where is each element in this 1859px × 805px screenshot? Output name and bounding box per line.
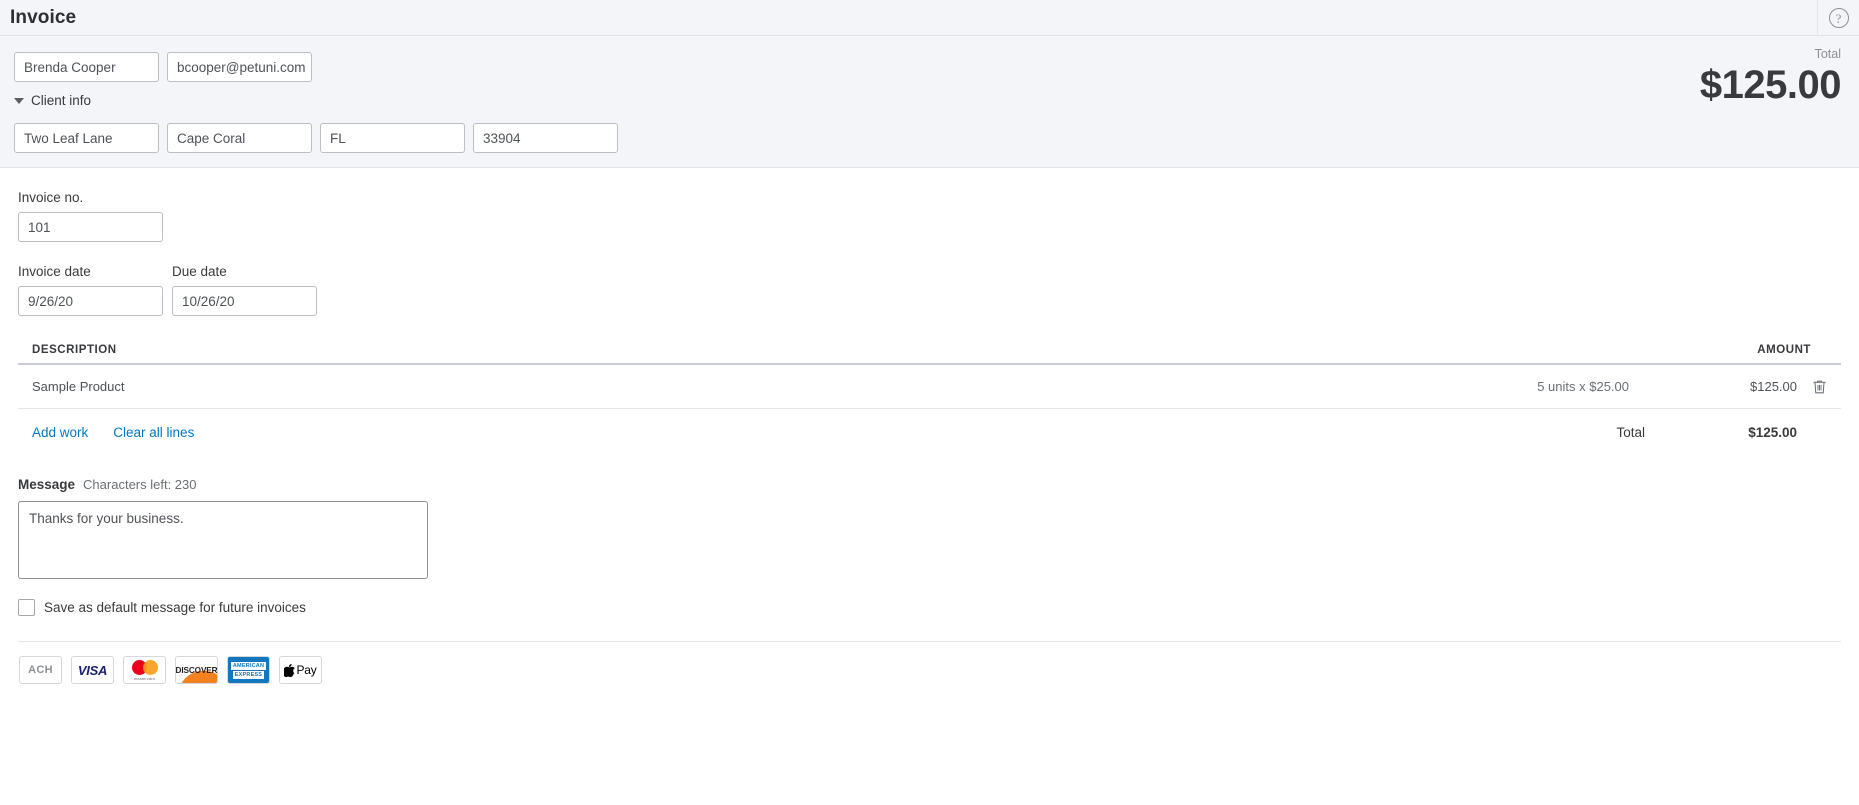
table-total-label: Total [1616, 424, 1645, 440]
header-total: Total $125.00 [1699, 46, 1842, 108]
payment-badge-amex[interactable]: AMERICAN EXPRESS [227, 656, 270, 684]
payment-badge-ach[interactable]: ACH [19, 656, 62, 684]
help-button[interactable]: ? [1817, 0, 1859, 36]
client-state-input[interactable]: FL [320, 123, 465, 153]
amex-icon: AMERICAN EXPRESS [228, 657, 269, 683]
ach-icon: ACH [28, 664, 53, 676]
column-header-description: DESCRIPTION [32, 344, 117, 356]
invoice-number-label: Invoice no. [18, 190, 84, 205]
amex-line-1: AMERICAN [230, 661, 267, 670]
amex-line-2: EXPRESS [232, 670, 265, 679]
due-date-input[interactable]: 10/26/20 [172, 286, 317, 316]
chevron-down-icon [14, 97, 24, 104]
payment-badge-discover[interactable]: DISCOVER [175, 656, 218, 684]
table-footer: Add work Clear all lines Total $125.00 [18, 409, 1841, 455]
due-date-label: Due date [172, 264, 227, 279]
invoice-page: Invoice ? Brenda Cooper bcooper@petuni.c… [0, 0, 1859, 805]
invoice-date-label: Invoice date [18, 264, 91, 279]
add-work-link[interactable]: Add work [32, 425, 88, 440]
page-title: Invoice [10, 6, 77, 28]
message-label: Message [18, 477, 76, 492]
payment-badge-mastercard[interactable]: mastercard [123, 656, 166, 684]
save-default-checkbox[interactable] [18, 599, 35, 616]
invoice-number-group: Invoice no. 101 [18, 190, 1841, 242]
client-zip-input[interactable]: 33904 [473, 123, 618, 153]
dates-row: Invoice date 9/26/20 Due date 10/26/20 [18, 264, 1841, 316]
message-textarea[interactable]: Thanks for your business. [18, 501, 428, 579]
customer-email-input[interactable]: bcooper@petuni.com [167, 52, 312, 82]
table-actions: Add work Clear all lines [32, 425, 1616, 440]
save-default-label: Save as default message for future invoi… [44, 600, 306, 615]
mastercard-icon: mastercard [131, 659, 158, 681]
table-total-amount: $125.00 [1748, 424, 1797, 440]
delete-row-button[interactable] [1797, 379, 1841, 395]
payment-badge-apple-pay[interactable]: Pay [279, 656, 322, 684]
trash-icon [1812, 380, 1826, 393]
customer-panel: Brenda Cooper bcooper@petuni.com Client … [0, 36, 1859, 168]
save-default-row[interactable]: Save as default message for future invoi… [18, 599, 1841, 616]
line-items-table: DESCRIPTION AMOUNT Sample Product 5 unit… [18, 344, 1841, 455]
characters-left: Characters left: 230 [83, 477, 197, 492]
client-address-input[interactable]: Two Leaf Lane [14, 123, 159, 153]
client-info-label: Client info [31, 93, 92, 108]
customer-name-input[interactable]: Brenda Cooper [14, 52, 159, 82]
discover-wordmark: DISCOVER [175, 665, 218, 675]
invoice-number-input[interactable]: 101 [18, 212, 163, 242]
payment-methods: ACH VISA mastercard DISCOVER AMERICAN EX… [18, 642, 1841, 684]
invoice-date-input[interactable]: 9/26/20 [18, 286, 163, 316]
visa-icon: VISA [77, 662, 108, 678]
apple-logo-icon [284, 663, 296, 677]
mastercard-wordmark: mastercard [133, 675, 155, 681]
help-circle-icon: ? [1828, 8, 1849, 28]
title-bar: Invoice ? [0, 0, 1859, 36]
apple-pay-icon: Pay [284, 663, 317, 677]
table-row[interactable]: Sample Product 5 units x $25.00 $125.00 [18, 365, 1841, 409]
header-total-amount: $125.00 [1699, 63, 1842, 107]
table-header: DESCRIPTION AMOUNT [18, 344, 1841, 365]
apple-pay-label: Pay [296, 663, 317, 677]
clear-all-lines-link[interactable]: Clear all lines [113, 425, 194, 440]
message-header: Message Characters left: 230 [18, 477, 1841, 492]
invoice-body: Invoice no. 101 Invoice date 9/26/20 Due… [0, 168, 1859, 684]
discover-icon: DISCOVER [176, 657, 217, 683]
column-header-amount: AMOUNT [1757, 344, 1811, 356]
payment-badge-visa[interactable]: VISA [71, 656, 114, 684]
row-amount: $125.00 [1750, 379, 1797, 394]
row-description[interactable]: Sample Product [32, 379, 1537, 394]
client-info-toggle[interactable]: Client info [14, 93, 91, 108]
client-city-input[interactable]: Cape Coral [167, 123, 312, 153]
due-date-group: Due date 10/26/20 [172, 264, 317, 316]
row-qty-rate: 5 units x $25.00 [1537, 379, 1629, 394]
header-total-label: Total [1814, 47, 1841, 61]
invoice-date-group: Invoice date 9/26/20 [18, 264, 163, 316]
